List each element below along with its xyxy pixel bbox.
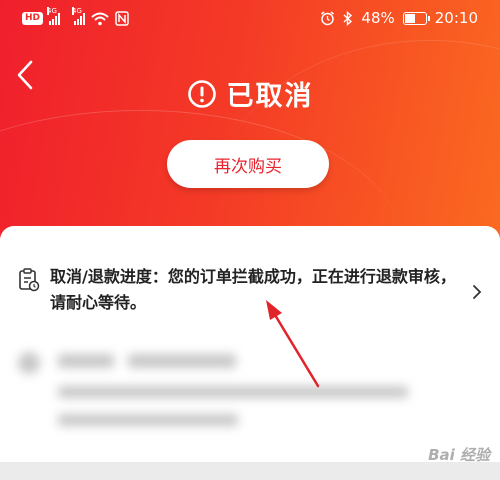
chevron-right-icon [473, 285, 482, 299]
nfc-icon [115, 11, 129, 26]
signal-icon: 4G [72, 6, 86, 25]
network-type-label: 4G [47, 6, 57, 15]
battery-percent: 48% [361, 9, 395, 27]
hd-badge: HD [22, 12, 44, 25]
rebuy-button[interactable]: 再次购买 [167, 140, 329, 188]
watermark-logo: Bai 经验 [428, 446, 490, 464]
alert-circle-icon [187, 79, 216, 108]
network-type-label: 4G [72, 6, 82, 15]
battery-icon [402, 11, 430, 25]
clock-time: 20:10 [434, 9, 478, 27]
header-banner [0, 0, 500, 260]
blurred-content [14, 344, 454, 434]
status-bar-right: 48% 20:10 [320, 9, 478, 27]
bluetooth-icon [343, 10, 353, 26]
alarm-icon [321, 10, 335, 25]
order-status-title: 已取消 [0, 74, 500, 113]
bottom-strip [0, 462, 500, 480]
order-detail-card: 取消/退款进度：您的订单拦截成功，正在进行退款审核，请耐心等待。 [0, 226, 500, 480]
signal-icon: 4G [47, 6, 61, 25]
status-bar-left: HD 4G 4G [22, 6, 129, 26]
wifi-icon [91, 12, 109, 25]
order-status-label: 已取消 [226, 81, 314, 112]
refund-progress-text: 取消/退款进度：您的订单拦截成功，正在进行退款审核，请耐心等待。 [50, 267, 456, 312]
clipboard-clock-icon [19, 268, 40, 292]
status-bar: HD 4G 4G 48% 20:10 [0, 0, 500, 38]
